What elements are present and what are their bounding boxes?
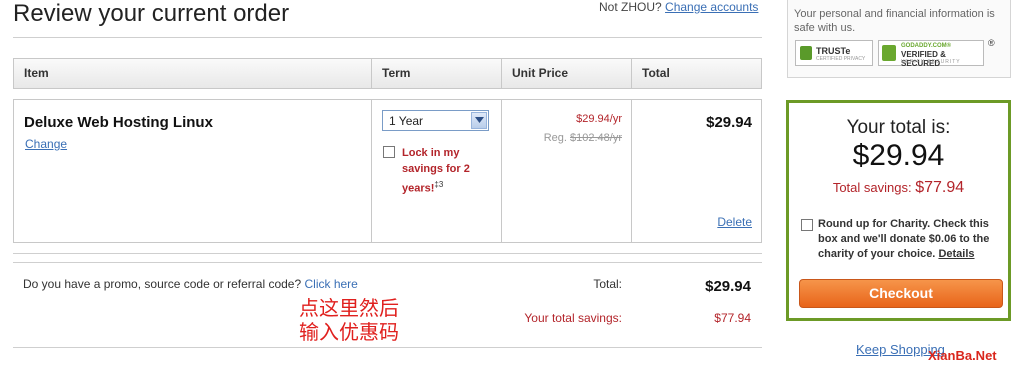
page-title: Review your current order [13,0,290,27]
godaddy-seal-brand: GODADDY.COM® [901,43,952,49]
account-line: Not ZHOU? Change accounts [599,0,758,14]
column-divider [501,100,502,242]
column-header-total: Total [642,66,670,80]
panel-savings-value: $77.94 [915,179,965,196]
column-header-item: Item [24,66,49,80]
order-savings-value: $77.94 [714,311,751,325]
lock-savings-footnote: ‡3 [434,180,444,189]
order-savings-label: Your total savings: [524,311,622,325]
charity-label: Round up for Charity. Check this box and… [818,217,1003,262]
change-accounts-link[interactable]: Change accounts [665,0,758,14]
truste-logo-icon [800,46,812,60]
panel-total-value: $29.94 [852,139,945,172]
summary-divider [13,262,762,263]
security-seals-box: Your personal and financial information … [787,0,1011,78]
term-select-value: 1 Year [389,114,424,128]
charity-details-link[interactable]: Details [938,248,974,260]
change-product-link[interactable]: Change [25,137,67,151]
column-divider [631,100,632,242]
table-header: Item Term Unit Price Total [13,58,762,89]
annotation-line: 输入优惠码 [299,320,399,344]
order-total-value: $29.94 [705,278,751,295]
regular-price-value: $102.48/yr [570,132,622,144]
delete-item-link[interactable]: Delete [634,215,752,229]
promo-code-link[interactable]: Click here [305,277,358,291]
watermark: XianBa.Net [928,348,997,363]
account-prefix: Not ZHOU? [599,0,662,14]
regular-price: Reg. $102.48/yr [510,132,622,144]
panel-savings: Total savings: $77.94 [789,179,1008,197]
checkout-button[interactable]: Checkout [799,279,1003,308]
lock-savings-label: Lock in my savings for 2 years!‡3 [402,145,487,197]
item-total: $29.94 [706,114,752,131]
table-row: Deluxe Web Hosting Linux Change 1 Year L… [13,99,762,243]
summary-divider [13,253,762,254]
chevron-down-icon[interactable] [471,112,487,129]
charity-checkbox[interactable] [801,219,813,231]
unit-price: $29.94/yr [576,113,622,125]
annotation-line: 点这里然后 [299,296,399,320]
column-divider [371,100,372,242]
title-divider [13,37,762,38]
panel-total-label: Your total is: [846,117,951,138]
panel-savings-label: Total savings: [832,180,912,195]
truste-seal-label: TRUSTe [816,46,851,56]
godaddy-seal-sublabel: VERIFY SECURITY [901,59,961,65]
registered-mark: ® [988,38,995,48]
order-total-label: Total: [593,277,622,291]
column-header-unit-price: Unit Price [512,66,569,80]
term-select[interactable]: 1 Year [382,110,489,131]
summary-divider [13,347,762,348]
truste-seal-sublabel: CERTIFIED PRIVACY [816,56,866,62]
regular-price-prefix: Reg. [543,132,567,144]
annotation-text: 点这里然后 输入优惠码 [299,296,399,344]
security-message: Your personal and financial information … [794,8,995,34]
order-total-panel: Your total is: $29.94 Total savings: $77… [786,100,1011,321]
truste-seal[interactable]: TRUSTe CERTIFIED PRIVACY [795,40,873,66]
shield-icon [882,45,896,61]
product-name: Deluxe Web Hosting Linux [24,114,213,131]
godaddy-seal[interactable]: GODADDY.COM® VERIFIED & SECURED VERIFY S… [878,40,984,68]
column-header-term: Term [382,66,411,80]
promo-prompt: Do you have a promo, source code or refe… [23,277,358,291]
lock-savings-checkbox[interactable] [383,146,395,158]
promo-question: Do you have a promo, source code or refe… [23,277,302,291]
